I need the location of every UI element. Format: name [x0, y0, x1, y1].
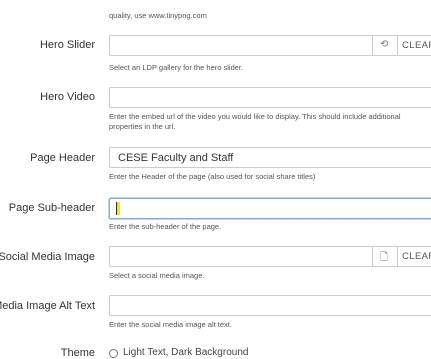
- page-header-value: CESE Faculty and Staff: [118, 152, 234, 164]
- social-media-image-clear-button[interactable]: 🗋 CLEAR: [372, 246, 431, 267]
- addon-divider: [397, 246, 398, 267]
- social-media-image-input[interactable]: 🗋 CLEAR: [109, 246, 431, 267]
- page-subheader-label: Page Sub-header: [8, 202, 95, 214]
- social-media-alt-label: Media Image Alt Text: [0, 300, 95, 312]
- page-subheader-input[interactable]: [109, 198, 431, 219]
- page-subheader-help-text: Enter the sub-header of the page.: [109, 222, 222, 231]
- social-media-image-clear-label: CLEAR: [402, 251, 431, 262]
- hero-video-input[interactable]: [109, 87, 431, 108]
- file-icon: 🗋: [380, 252, 389, 263]
- theme-radio-light-text[interactable]: [109, 349, 118, 358]
- hero-video-help-text: Enter the embed url of the video you wou…: [109, 112, 401, 131]
- gallery-icon: ⟲: [380, 39, 389, 50]
- hero-video-label: Hero Video: [40, 91, 95, 103]
- page-header-input[interactable]: CESE Faculty and Staff: [109, 147, 431, 168]
- social-media-alt-help-text: Enter the social media image alt text.: [109, 320, 232, 329]
- hero-slider-input[interactable]: ⟲ CLEAR: [109, 35, 431, 56]
- hero-slider-label: Hero Slider: [39, 39, 95, 51]
- addon-divider: [397, 35, 398, 56]
- image-quality-help-text: quality, use www.tinypng.com: [109, 11, 207, 20]
- theme-label: Theme: [60, 347, 95, 359]
- social-media-alt-input[interactable]: [109, 295, 431, 316]
- page-header-label: Page Header: [30, 152, 95, 164]
- text-cursor: [116, 202, 120, 215]
- social-media-image-help-text: Select a social media image.: [109, 271, 205, 280]
- social-media-image-label: Social Media Image: [0, 251, 95, 263]
- page-header-help-text: Enter the Header of the page (also used …: [109, 172, 316, 181]
- theme-option-label: Light Text, Dark Background: [123, 347, 249, 358]
- hero-slider-help-text: Select an LDP gallery for the hero slide…: [109, 63, 244, 72]
- hero-slider-clear-button[interactable]: ⟲ CLEAR: [372, 35, 431, 56]
- hero-slider-clear-label: CLEAR: [402, 40, 431, 51]
